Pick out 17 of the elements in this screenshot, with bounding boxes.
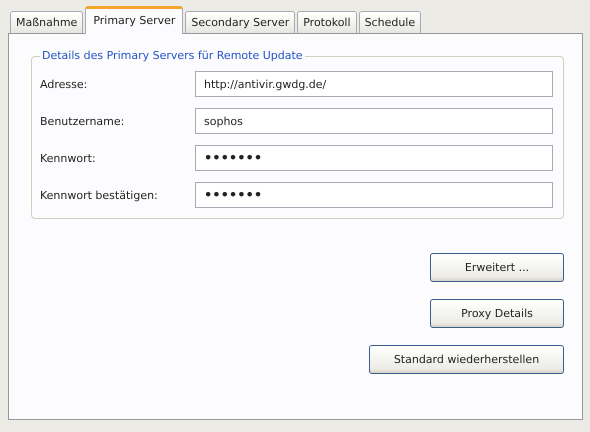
action-button[interactable]: Erweitert ... <box>430 253 564 282</box>
field-label: Kennwort bestätigen: <box>40 188 159 202</box>
field-label: Benutzername: <box>40 114 126 128</box>
input-field[interactable]: http://antivir.gwdg.de/ <box>195 71 553 97</box>
tab[interactable]: Maßnahme <box>10 11 84 33</box>
input-field[interactable]: ••••••• <box>195 145 553 171</box>
field-label: Adresse: <box>40 78 88 90</box>
tab[interactable]: Secondary Server <box>185 11 296 33</box>
tab[interactable]: Primary Server <box>85 6 184 34</box>
tab[interactable]: Schedule <box>358 11 422 33</box>
input-field[interactable]: ••••••• <box>195 182 553 208</box>
field-label: Kennwort: <box>40 152 97 164</box>
action-button[interactable]: Proxy Details <box>430 299 564 328</box>
input-field[interactable]: sophos <box>195 108 553 134</box>
group-title: Details des Primary Servers für Remote Update <box>40 49 305 62</box>
action-button[interactable]: Standard wiederherstellen <box>369 345 564 374</box>
tab[interactable]: Protokoll <box>297 11 357 33</box>
